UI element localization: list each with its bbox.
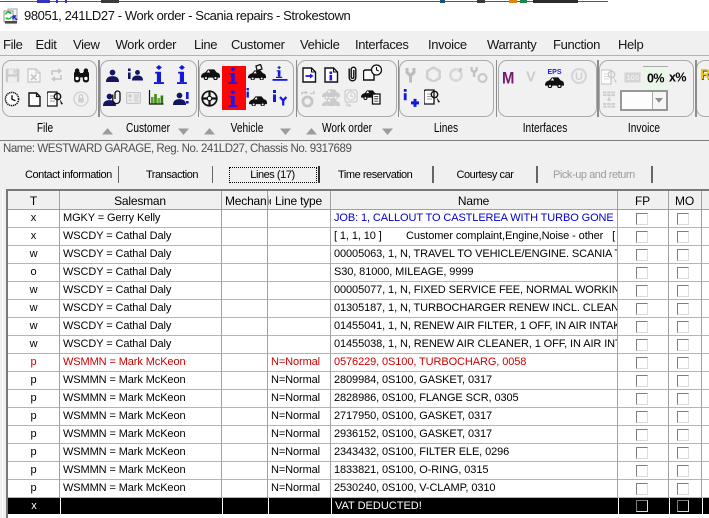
svg-text:100: 100 <box>627 73 640 82</box>
svg-text:M: M <box>502 70 514 86</box>
svg-text:0%: 0% <box>647 72 664 85</box>
svg-text:x%: x% <box>669 71 686 85</box>
svg-text:U: U <box>575 71 583 83</box>
svg-text:V: V <box>526 70 536 85</box>
svg-text:R: R <box>700 67 709 83</box>
svg-text:EPS: EPS <box>548 69 562 76</box>
